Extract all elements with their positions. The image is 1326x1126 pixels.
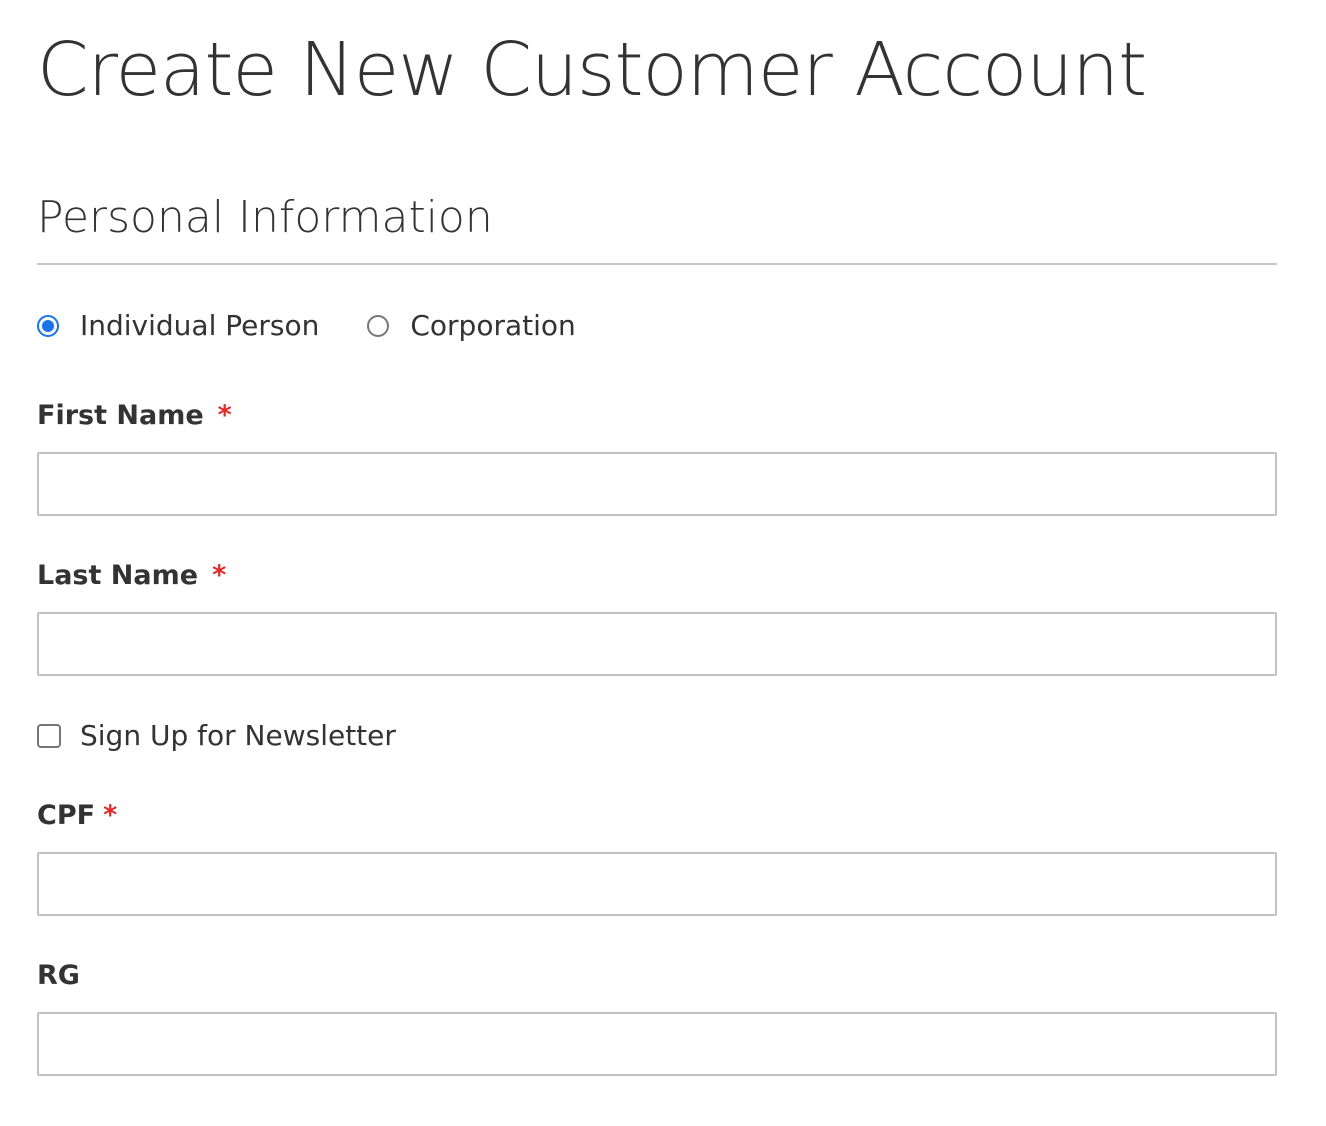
radio-option-individual-person[interactable]: Individual Person [37, 306, 319, 346]
last-name-input[interactable] [37, 612, 1277, 676]
first-name-label: First Name * [37, 398, 232, 434]
page-title: Create New Customer Account [37, 27, 1147, 113]
cpf-label: CPF * [37, 798, 117, 834]
section-title-personal-information: Personal Information [37, 192, 493, 243]
rg-label: RG [37, 958, 80, 994]
rg-label-text: RG [37, 960, 80, 991]
newsletter-checkbox[interactable] [37, 724, 61, 748]
required-asterisk: * [217, 400, 232, 431]
cpf-input[interactable] [37, 852, 1277, 916]
first-name-input[interactable] [37, 452, 1277, 516]
cpf-label-text: CPF [37, 800, 96, 831]
newsletter-checkbox-label[interactable]: Sign Up for Newsletter [80, 716, 396, 756]
newsletter-checkbox-row[interactable]: Sign Up for Newsletter [37, 716, 396, 756]
last-name-label-text: Last Name [37, 560, 199, 591]
radio-label-corporation[interactable]: Corporation [410, 306, 575, 346]
radio-label-individual-person[interactable]: Individual Person [80, 306, 319, 346]
section-divider [37, 263, 1277, 265]
radio-individual-person[interactable] [37, 315, 59, 337]
rg-input[interactable] [37, 1012, 1277, 1076]
first-name-label-text: First Name [37, 400, 204, 431]
customer-type-radio-group: Individual Person Corporation [37, 306, 576, 346]
radio-option-corporation[interactable]: Corporation [367, 306, 576, 346]
required-asterisk: * [103, 800, 118, 831]
last-name-label: Last Name * [37, 558, 226, 594]
radio-corporation[interactable] [367, 315, 390, 337]
required-asterisk: * [212, 560, 227, 591]
